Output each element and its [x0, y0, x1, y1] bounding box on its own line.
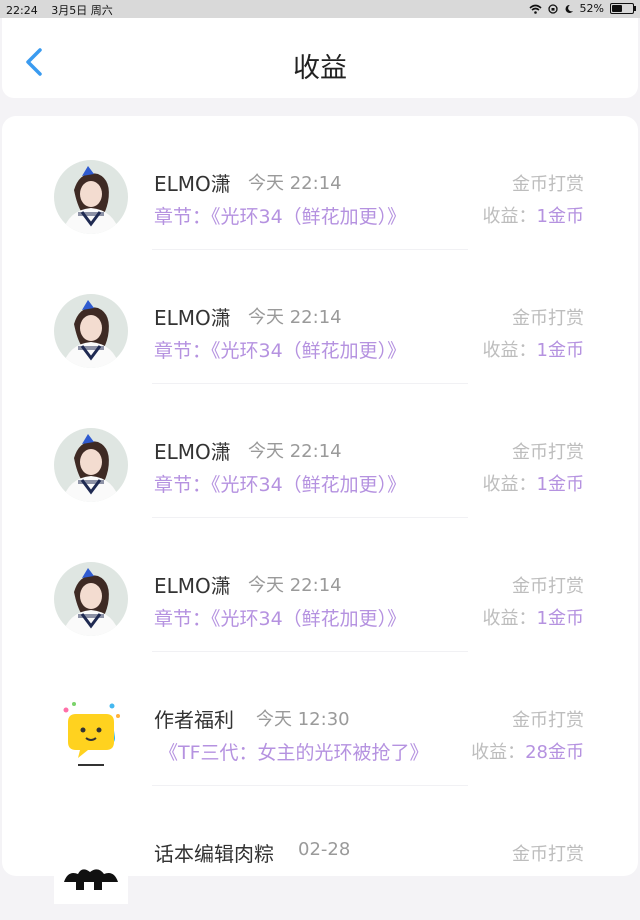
earning-item[interactable]: ELMO潇 今天 22:14 章节：《光环34（鲜花加更）》 金币打赏 收益：1… [2, 116, 638, 250]
battery-icon [610, 3, 636, 14]
earning-value: 28金币 [525, 742, 584, 763]
earning-value: 1金币 [536, 340, 584, 361]
sender-name: ELMO潇 [154, 306, 231, 330]
earning-value: 1金币 [536, 608, 584, 629]
sender-name: ELMO潇 [154, 574, 231, 598]
earning-item[interactable]: 话本编辑肉粽 02-28 金币打赏 [2, 786, 638, 920]
timestamp: 02-28 [298, 839, 351, 860]
lock-rotation-icon [547, 3, 558, 14]
earning-label: 收益： [482, 340, 537, 361]
reward-type: 金币打赏 [512, 442, 584, 463]
earning-amount: 收益：28金币 [471, 738, 584, 764]
avatar [54, 562, 128, 636]
earning-amount: 收益：1金币 [483, 202, 584, 228]
reward-type: 金币打赏 [512, 710, 584, 731]
earning-item[interactable]: ELMO潇 今天 22:14 章节：《光环34（鲜花加更）》 金币打赏 收益：1… [2, 250, 638, 384]
avatar [54, 294, 128, 368]
earning-item[interactable]: ELMO潇 今天 22:14 章节：《光环34（鲜花加更）》 金币打赏 收益：1… [2, 384, 638, 518]
sender-name: ELMO潇 [154, 440, 231, 464]
status-date: 3月5日 周六 [51, 4, 113, 17]
timestamp: 今天 22:14 [248, 575, 342, 596]
earning-value: 1金币 [536, 206, 584, 227]
avatar [54, 160, 128, 234]
timestamp: 今天 22:14 [248, 173, 342, 194]
status-time: 22:24 [6, 4, 38, 17]
status-bar: 22:24 3月5日 周六 52% [0, 0, 640, 18]
avatar [54, 830, 128, 904]
reward-type: 金币打赏 [512, 174, 584, 195]
earning-label: 收益： [482, 608, 537, 629]
chapter-title: 章节：《光环34（鲜花加更）》 [154, 340, 407, 362]
timestamp: 今天 22:14 [248, 307, 342, 328]
reward-type: 金币打赏 [512, 844, 584, 865]
navigation-bar: 收益 [2, 18, 638, 98]
chapter-title: 章节：《光环34（鲜花加更）》 [154, 608, 407, 630]
sender-name: 作者福利 [154, 708, 234, 732]
book-title: 《TF三代：女主的光环被抢了》 [159, 742, 429, 764]
avatar [54, 428, 128, 502]
sender-name: ELMO潇 [154, 172, 231, 196]
earning-amount: 收益：1金币 [483, 604, 584, 630]
chapter-title: 章节：《光环34（鲜花加更）》 [154, 474, 407, 496]
chapter-title: 章节：《光环34（鲜花加更）》 [154, 206, 407, 228]
earning-item[interactable]: ELMO潇 今天 22:14 章节：《光环34（鲜花加更）》 金币打赏 收益：1… [2, 518, 638, 652]
timestamp: 今天 22:14 [248, 441, 342, 462]
earning-label: 收益： [471, 742, 526, 763]
page-title: 收益 [293, 53, 347, 84]
battery-percent: 52% [579, 2, 604, 15]
moon-icon [565, 4, 573, 13]
earning-value: 1金币 [536, 474, 584, 495]
reward-type: 金币打赏 [512, 308, 584, 329]
wifi-icon [529, 4, 542, 14]
earning-amount: 收益：1金币 [483, 470, 584, 496]
earning-amount: 收益：1金币 [483, 336, 584, 362]
battery-level [612, 5, 622, 12]
avatar [54, 696, 128, 770]
reward-type: 金币打赏 [512, 576, 584, 597]
earnings-list: ELMO潇 今天 22:14 章节：《光环34（鲜花加更）》 金币打赏 收益：1… [2, 116, 638, 904]
earning-label: 收益： [482, 474, 537, 495]
timestamp: 今天 12:30 [256, 709, 350, 730]
earning-item[interactable]: 作者福利 今天 12:30 《TF三代：女主的光环被抢了》 金币打赏 收益：28… [2, 652, 638, 786]
earning-label: 收益： [482, 206, 537, 227]
